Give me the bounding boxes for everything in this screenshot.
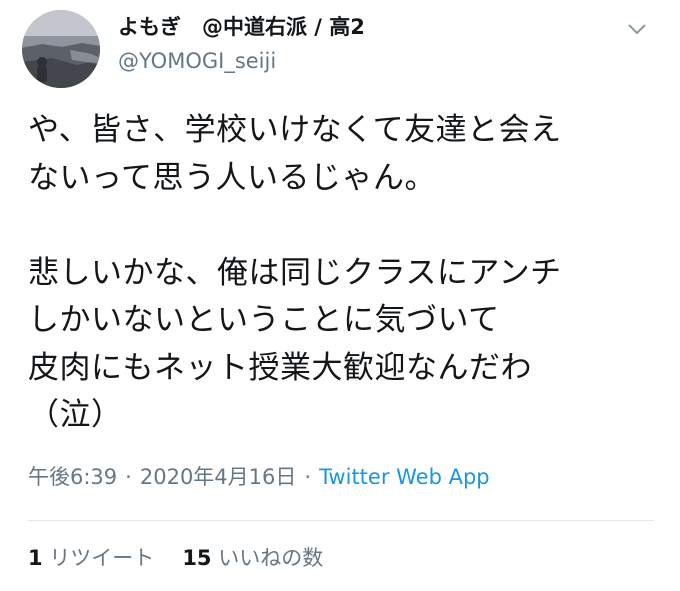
retweet-label: リツイート [49,546,155,570]
tweet-date[interactable]: 2020年4月16日 [140,465,297,489]
separator: · [304,465,312,489]
retweet-count: 1 [28,546,43,570]
tweet-stats: 1 リツイート 15 いいねの数 [28,543,323,573]
user-names: よもぎ @中道右派 / 高2 @YOMOGI_seiji [118,12,598,76]
screen-name[interactable]: @YOMOGI_seiji [118,46,598,76]
like-count: 15 [182,546,212,570]
more-options-button[interactable] [622,18,652,40]
display-name[interactable]: よもぎ @中道右派 / 高2 [118,12,598,42]
tweet-time[interactable]: 午後6:39 [28,465,117,489]
tweet-text: や、皆さ、学校いけなくて友達と会え ないって思う人いるじゃん。 悲しいかな、俺は… [28,112,562,433]
avatar-photo [22,10,100,88]
chevron-down-icon [628,24,646,34]
separator: · [125,465,132,489]
like-label: いいねの数 [218,546,324,570]
tweet-card: よもぎ @中道右派 / 高2 @YOMOGI_seiji や、皆さ、学校いけなく… [0,0,680,591]
like-count-link[interactable]: 15 いいねの数 [182,543,323,573]
divider [28,520,654,521]
tweet-source-link[interactable]: Twitter Web App [319,465,490,489]
retweet-count-link[interactable]: 1 リツイート [28,543,154,573]
tweet-metadata: 午後6:39 · 2020年4月16日 · Twitter Web App [28,462,490,492]
avatar[interactable] [22,10,100,88]
